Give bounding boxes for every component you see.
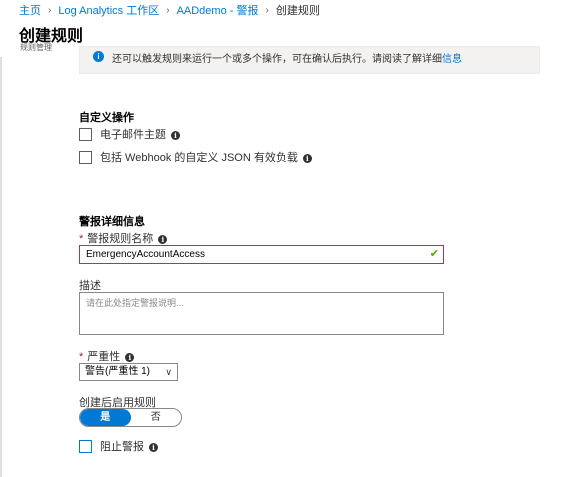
email-subject-row: 电子邮件主题 i	[79, 127, 180, 141]
required-asterisk: *	[79, 351, 84, 363]
enable-rule-toggle[interactable]: 是 否	[79, 408, 182, 427]
chevron-right-icon: ›	[48, 4, 52, 16]
breadcrumb-alerts[interactable]: AADdemo - 警报	[177, 2, 259, 18]
info-icon[interactable]: i	[171, 130, 180, 140]
webhook-label: 包括 Webhook 的自定义 JSON 有效负载 i	[100, 149, 312, 165]
custom-actions-heading: 自定义操作	[79, 112, 134, 124]
info-icon[interactable]: i	[158, 234, 168, 244]
left-rail	[0, 57, 2, 477]
breadcrumb-home[interactable]: 主页	[19, 2, 41, 18]
toggle-yes[interactable]: 是	[80, 409, 131, 426]
severity-value: 警告(严重性 1)	[85, 366, 150, 377]
suppress-alerts-checkbox[interactable]	[79, 439, 92, 453]
toggle-no[interactable]: 否	[131, 409, 182, 426]
severity-select[interactable]: 警告(严重性 1) ∨	[79, 363, 178, 381]
checkmark-icon: ✔	[429, 248, 439, 260]
email-subject-label: 电子邮件主题 i	[100, 126, 180, 142]
webhook-checkbox[interactable]	[79, 150, 92, 164]
chevron-down-icon: ∨	[165, 367, 172, 377]
suppress-alerts-label: 阻止警报 i	[100, 438, 158, 454]
info-icon[interactable]: i	[125, 352, 135, 362]
required-asterisk: *	[79, 233, 84, 245]
breadcrumb-log-analytics[interactable]: Log Analytics 工作区	[58, 2, 159, 18]
alert-details-heading: 警报详细信息	[79, 216, 145, 228]
info-text: 还可以触发规则来运行一个或多个操作，可在确认后执行。请阅读了解详细信息	[112, 54, 462, 65]
info-icon[interactable]: i	[302, 153, 312, 163]
alert-name-input[interactable]: EmergencyAccountAccess ✔	[79, 245, 444, 264]
severity-label: * 严重性 i	[79, 348, 135, 364]
alert-name-value: EmergencyAccountAccess	[86, 249, 205, 260]
page-subtitle: 规则管理	[20, 43, 52, 52]
description-textarea[interactable]: 请在此处指定警报说明...	[79, 292, 444, 335]
webhook-row: 包括 Webhook 的自定义 JSON 有效负载 i	[79, 150, 312, 164]
info-icon[interactable]: i	[149, 442, 158, 452]
description-label: 描述	[79, 280, 101, 292]
chevron-right-icon: ›	[166, 4, 170, 16]
breadcrumb: 主页 › Log Analytics 工作区 › AADdemo - 警报 › …	[0, 0, 576, 20]
info-link[interactable]: 信息	[442, 54, 462, 65]
breadcrumb-current: 创建规则	[275, 5, 320, 17]
suppress-alerts-row: 阻止警报 i	[79, 439, 158, 453]
info-bar: i 还可以触发规则来运行一个或多个操作，可在确认后执行。请阅读了解详细信息	[79, 46, 540, 74]
chevron-right-icon: ›	[265, 4, 269, 16]
description-placeholder: 请在此处指定警报说明...	[86, 298, 184, 308]
alert-name-label: * 警报规则名称 i	[79, 230, 168, 246]
email-subject-checkbox[interactable]	[79, 127, 92, 141]
info-circle-icon: i	[93, 51, 104, 62]
